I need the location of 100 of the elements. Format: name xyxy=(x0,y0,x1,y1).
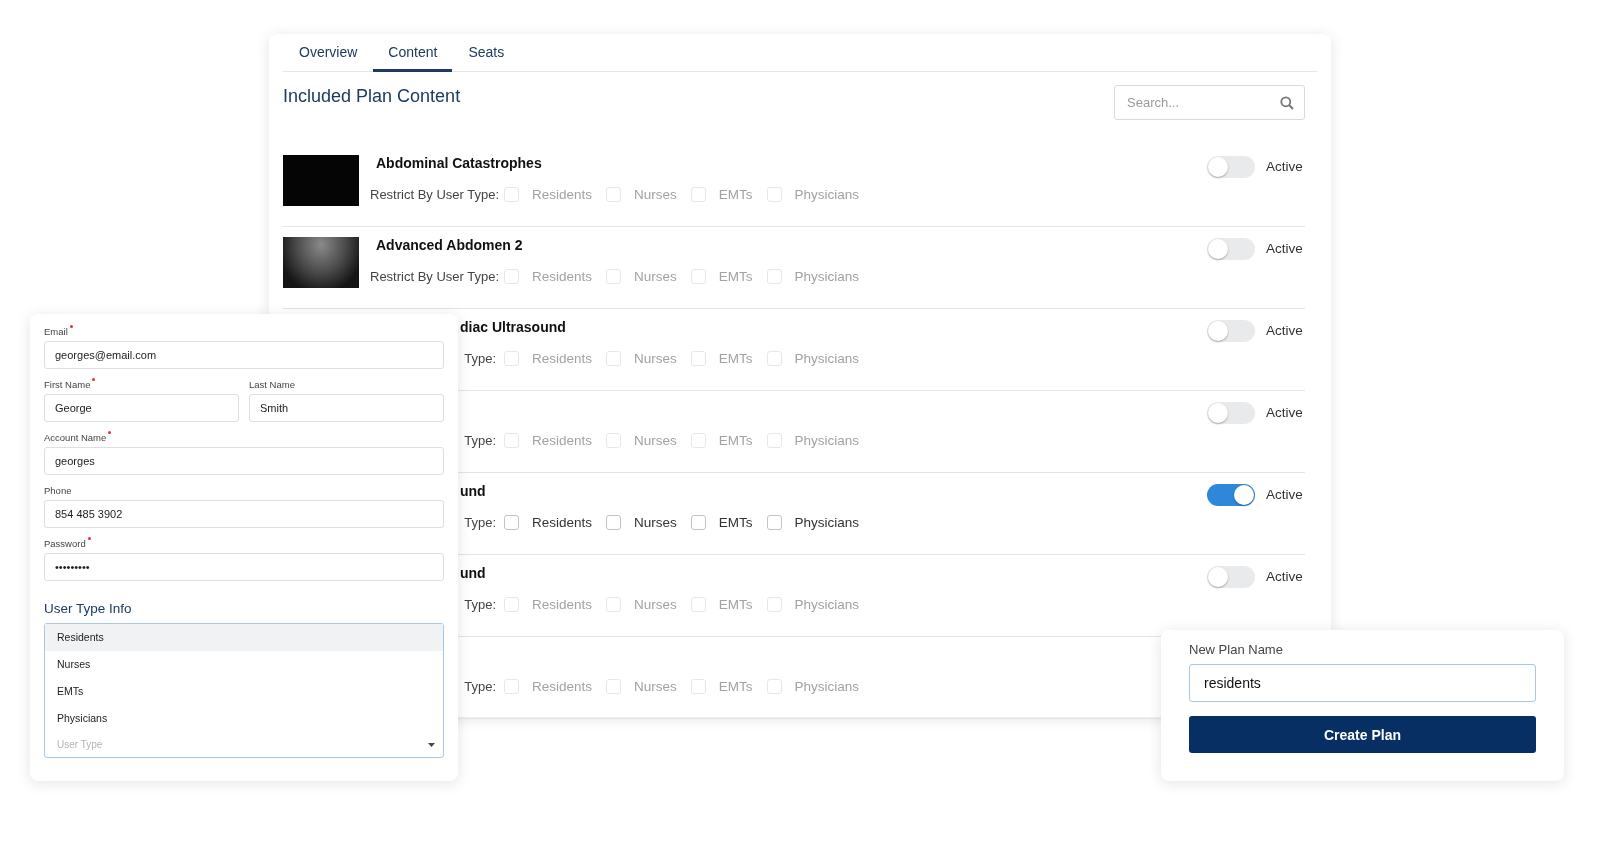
checkbox[interactable] xyxy=(606,596,622,612)
checkbox[interactable] xyxy=(606,350,622,366)
checkbox[interactable] xyxy=(766,268,782,284)
content-title: diac Ultrasound xyxy=(459,319,566,335)
content-title: Abdominal Catastrophes xyxy=(376,155,542,171)
toggle-label: Active xyxy=(1266,568,1303,586)
tab[interactable]: Seats xyxy=(452,34,521,72)
restrict-label: Restrict By User Type: xyxy=(370,269,500,284)
checkbox[interactable] xyxy=(766,186,782,202)
field-label: Phone xyxy=(44,485,72,496)
dropdown-option[interactable]: EMTs xyxy=(45,678,443,705)
field-label: First Name xyxy=(44,379,91,390)
checkbox-label: Residents xyxy=(532,186,593,202)
restrict-label: Type: xyxy=(464,679,496,694)
section-heading: Included Plan Content xyxy=(283,85,461,107)
toggle-label: Active xyxy=(1266,486,1303,504)
checkbox-label: Physicians xyxy=(794,596,860,612)
search-field[interactable]: Search... xyxy=(1114,85,1305,120)
required-icon xyxy=(92,378,96,381)
checkbox-label: Residents xyxy=(532,350,593,366)
input-field[interactable]: georges xyxy=(44,447,444,475)
toggle-label: Active xyxy=(1266,158,1303,176)
restrict-label: Type: xyxy=(464,515,496,530)
content-title: Advanced Abdomen 2 xyxy=(376,237,523,253)
restrict-label: Type: xyxy=(464,351,496,366)
section-heading: User Type Info xyxy=(44,601,133,616)
dropdown-option[interactable]: Residents xyxy=(45,624,443,651)
field-label: Password xyxy=(44,538,86,549)
dropdown-option[interactable]: Physicians xyxy=(45,705,443,732)
toggle-switch[interactable] xyxy=(1207,566,1255,588)
input-field[interactable]: Smith xyxy=(249,394,444,422)
field-label: Account Name xyxy=(44,432,107,443)
toggle-label: Active xyxy=(1266,322,1303,340)
checkbox-label: Nurses xyxy=(634,596,677,612)
tab[interactable]: Content xyxy=(373,34,453,72)
required-icon xyxy=(69,325,73,328)
toggle-switch[interactable] xyxy=(1207,402,1255,424)
checkbox-label: Physicians xyxy=(794,186,860,202)
checkbox-label: Nurses xyxy=(634,268,677,284)
checkbox[interactable] xyxy=(606,268,622,284)
checkbox[interactable] xyxy=(504,514,519,530)
checkbox-label: Nurses xyxy=(634,432,677,448)
required-icon xyxy=(108,431,112,434)
field-label: Email xyxy=(44,326,68,337)
toggle-label: Active xyxy=(1266,240,1303,258)
restrict-label: Restrict By User Type: xyxy=(370,187,500,202)
checkbox-label: EMTs xyxy=(718,350,753,366)
checkbox-label: Nurses xyxy=(634,514,677,530)
input-field[interactable]: 854 485 3902 xyxy=(44,500,444,528)
checkbox-label: EMTs xyxy=(718,268,753,284)
checkbox-label: Residents xyxy=(532,432,593,448)
checkbox[interactable] xyxy=(766,514,782,530)
field-label: New Plan Name xyxy=(1189,642,1284,657)
input-field[interactable]: George xyxy=(44,394,239,422)
checkbox[interactable] xyxy=(690,432,706,448)
content-title: und xyxy=(459,483,486,499)
checkbox[interactable] xyxy=(606,678,622,694)
checkbox-label: EMTs xyxy=(718,678,753,694)
field-label: Last Name xyxy=(249,379,295,390)
checkbox[interactable] xyxy=(606,432,622,448)
toggle-switch[interactable] xyxy=(1207,320,1255,342)
checkbox[interactable] xyxy=(690,268,706,284)
toggle-switch[interactable] xyxy=(1207,484,1255,506)
checkbox[interactable] xyxy=(606,186,622,202)
checkbox-label: Residents xyxy=(532,678,593,694)
required-icon xyxy=(87,537,91,540)
input-field[interactable]: ••••••••• xyxy=(44,553,444,581)
checkbox[interactable] xyxy=(766,350,782,366)
checkbox[interactable] xyxy=(690,514,706,530)
caret-icon[interactable] xyxy=(428,742,435,747)
checkbox[interactable] xyxy=(690,678,706,694)
checkbox-label: Residents xyxy=(532,514,593,530)
checkbox-label: Residents xyxy=(532,596,593,612)
checkbox-label: EMTs xyxy=(718,514,753,530)
toggle-label: Active xyxy=(1266,404,1303,422)
checkbox-label: Nurses xyxy=(634,350,677,366)
checkbox-label: Physicians xyxy=(794,514,860,530)
checkbox[interactable] xyxy=(766,678,782,694)
input-field[interactable]: residents xyxy=(1189,664,1536,702)
checkbox[interactable] xyxy=(766,596,782,612)
checkbox[interactable] xyxy=(766,432,782,448)
toggle-switch[interactable] xyxy=(1207,238,1255,260)
search-icon[interactable] xyxy=(1280,96,1294,110)
checkbox-label: Nurses xyxy=(634,186,677,202)
checkbox-label: Nurses xyxy=(634,678,677,694)
toggle-switch[interactable] xyxy=(1207,156,1255,178)
checkbox[interactable] xyxy=(690,186,706,202)
checkbox-label: Physicians xyxy=(794,350,860,366)
checkbox[interactable] xyxy=(690,596,706,612)
restrict-label: Type: xyxy=(464,433,496,448)
checkbox-label: Physicians xyxy=(794,678,860,694)
dropdown-option[interactable]: Nurses xyxy=(45,651,443,678)
checkbox[interactable] xyxy=(606,514,622,530)
input-field[interactable]: georges@email.com xyxy=(44,341,444,369)
create-plan-button[interactable]: Create Plan xyxy=(1189,716,1536,753)
content-title: und xyxy=(459,565,486,581)
checkbox[interactable] xyxy=(690,350,706,366)
checkbox-label: EMTs xyxy=(718,432,753,448)
tab[interactable]: Overview xyxy=(283,34,374,72)
checkbox-label: EMTs xyxy=(718,596,753,612)
